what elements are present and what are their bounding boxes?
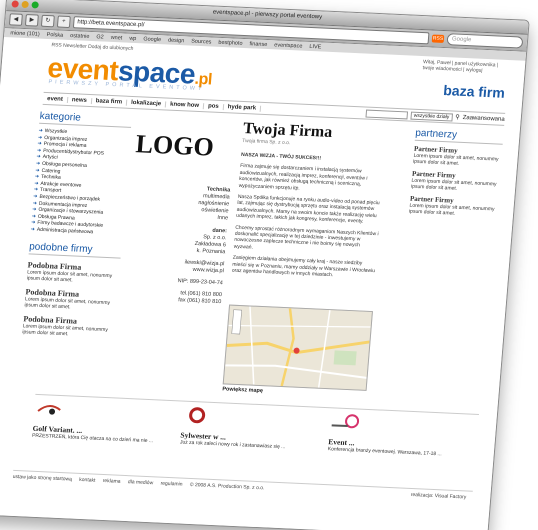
category-label: Artyści — [42, 154, 58, 161]
bookmark-item[interactable]: design — [168, 38, 185, 45]
featured-item[interactable]: Event ... Konferencja branży eventowej. … — [326, 408, 479, 475]
description-heading: NASZA WIZJA - TWÓJ SUKCES!!! — [240, 151, 322, 162]
arrow-icon: ➜ — [30, 219, 36, 226]
window-controls — [11, 0, 39, 9]
footer-link[interactable]: dla mediów — [128, 479, 154, 486]
forward-icon[interactable]: ▶ — [24, 14, 39, 27]
featured-item[interactable]: Golf Variant. ... PRZESTRZEŃ, która Cię … — [31, 395, 184, 462]
minimize-button[interactable] — [21, 0, 29, 9]
enlarge-map-link[interactable]: Powiększ mapę — [222, 386, 263, 394]
section-title: baza firm — [442, 82, 506, 101]
category-label: Administracja państwowa — [36, 226, 94, 236]
categories-title: kategorie — [39, 110, 133, 128]
similar-firm[interactable]: Podobna Firma Lorem ipsum dolor sit amet,… — [24, 287, 118, 312]
google-search-field[interactable]: Google — [446, 33, 524, 49]
back-icon[interactable]: ◀ — [8, 13, 23, 26]
nav-item-lokalizacje[interactable]: lokalizacje — [126, 99, 167, 107]
copyright: © 2008 A.S. Production Sp. z o.o. — [189, 481, 265, 492]
arrow-icon: ➜ — [34, 173, 40, 180]
category-list: ➜ Wszystkie ➜ Organizacja imprez ➜ Promocja i… — [30, 128, 130, 237]
partner-item[interactable]: Partner Firmy Lorem ipsum dolor sit amet,… — [411, 170, 501, 194]
similar-firm[interactable]: Podobna Firma Lorem ipsum dolor sit amet,… — [26, 260, 120, 285]
bookmark-item[interactable]: ostatnie — [70, 33, 90, 40]
bookmark-item[interactable]: wp — [129, 36, 137, 42]
bookmark-item[interactable]: bestphoto — [218, 40, 243, 47]
similar-list: Podobna Firma Lorem ipsum dolor sit amet,… — [22, 260, 120, 339]
location-map[interactable] — [222, 304, 373, 391]
search-icon[interactable]: ⚲ — [455, 114, 460, 121]
close-button[interactable] — [11, 0, 19, 8]
arrow-icon: ➜ — [32, 200, 38, 207]
description-paragraph: Nasza Spółka funkcjonuje na rynku audio-… — [235, 193, 380, 225]
nav-item-baza-firm[interactable]: baza firm — [91, 97, 128, 106]
new-year-promo-icon — [189, 407, 206, 424]
web-page: RSS Newsletter Dodaj do ulubionych Witaj… — [0, 37, 526, 530]
bookmark-item[interactable]: eventspace — [274, 42, 303, 49]
left-column: kategorie ➜ Wszystkie ➜ Organizacja imprez ➜… — [22, 110, 133, 339]
description-paragraph: Chcemy sprostać różnorodnym wymaganiom N… — [233, 224, 379, 251]
bookmark-item[interactable]: Google — [143, 36, 161, 43]
similar-title: podobne firmy — [28, 240, 122, 259]
right-column: partnerzy Partner Firmy Lorem ipsum dolor… — [408, 127, 504, 224]
featured-item[interactable]: Sylwester w ... Już za rok zaleci nowy r… — [178, 402, 331, 469]
event-promo-icon — [331, 414, 360, 429]
credit-link[interactable]: realizacja: Visual Factory — [411, 492, 467, 501]
arrow-icon: ➜ — [35, 160, 41, 167]
footer-link[interactable]: ustaw jako stronę startową — [12, 474, 72, 483]
zoom-button[interactable] — [31, 1, 39, 9]
nip-number: NIP: 899-23-04-74 — [177, 278, 224, 287]
arrow-icon: ➜ — [31, 213, 37, 220]
nav-item-event[interactable]: event — [42, 95, 69, 103]
arrow-icon: ➜ — [37, 134, 43, 141]
advanced-search-link[interactable]: Zaawansowana — [462, 114, 504, 122]
description-paragraph: Firma zajmuje się dostarczaniem i instal… — [238, 163, 368, 192]
site-footer: ustaw jako stronę startową kontakt rekla… — [12, 469, 473, 501]
reload-icon[interactable]: ↻ — [40, 14, 55, 28]
nav-item-pos[interactable]: pos — [203, 102, 224, 110]
arrow-icon: ➜ — [36, 154, 41, 161]
bookmark-item[interactable]: wnet — [110, 35, 122, 42]
company-description: Twoja Firma Twoja firma Sp. z o.o. NASZA… — [231, 120, 389, 286]
window-title: eventspace.pl - pierwszy portal eventowy — [212, 9, 323, 21]
screenshot-stage: eventspace.pl - pierwszy portal eventowy… — [0, 0, 538, 530]
arrow-icon: ➜ — [38, 127, 43, 134]
arrow-icon: ➜ — [35, 167, 40, 174]
arrow-icon: ➜ — [36, 147, 42, 154]
company-info: Technika multimedia nagłośnienie oświetl… — [123, 183, 230, 306]
nav-item-news[interactable]: news — [67, 96, 93, 104]
partners-title: partnerzy — [414, 127, 504, 145]
browser-window: eventspace.pl - pierwszy portal eventowy… — [0, 0, 530, 530]
company-logo: LOGO — [134, 129, 215, 162]
site-search: wszystkie działy ⚲ Zaawansowana — [365, 109, 505, 123]
arrow-icon: ➜ — [30, 226, 36, 233]
site-search-input[interactable] — [365, 109, 409, 119]
partner-item[interactable]: Partner Firmy Lorem ipsum dolor sit amet,… — [413, 145, 503, 169]
nav-item-hyde-park[interactable]: hyde park — [223, 103, 262, 112]
partners-list: Partner Firmy Lorem ipsum dolor sit amet,… — [409, 145, 503, 219]
bookmark-item[interactable]: Sources — [191, 39, 212, 46]
bookmark-item[interactable]: G2 — [96, 34, 104, 40]
arrow-icon: ➜ — [31, 206, 37, 213]
golf-promo-icon — [37, 405, 61, 415]
bookmark-item[interactable]: LIVE — [309, 44, 321, 51]
map-graphic — [223, 305, 372, 390]
description-paragraph: Zasięgiem działania obejmujemy cały kraj… — [231, 254, 376, 279]
arrow-icon: ➜ — [34, 180, 39, 187]
footer-link[interactable]: regulamin — [160, 481, 182, 488]
rss-icon[interactable]: RSS — [431, 34, 445, 44]
add-bookmark-icon[interactable]: + — [56, 15, 71, 29]
partner-item[interactable]: Partner Firmy Lorem ipsum dolor sit amet,… — [409, 195, 499, 219]
featured-strip: Golf Variant. ... PRZESTRZEŃ, która Cię … — [30, 393, 479, 475]
similar-firm[interactable]: Podobna Firma Lorem ipsum dolor sit amet,… — [22, 314, 116, 339]
footer-link[interactable]: reklama — [102, 478, 120, 485]
footer-link[interactable]: kontakt — [79, 477, 96, 484]
nav-item-know-how[interactable]: know how — [165, 100, 205, 109]
arrow-icon: ➜ — [33, 186, 39, 194]
arrow-icon: ➜ — [37, 140, 42, 148]
bookmark-item[interactable]: finanse — [249, 41, 267, 48]
search-scope-select[interactable]: wszystkie działy — [410, 111, 453, 121]
arrow-icon: ➜ — [33, 193, 38, 200]
bookmark-item[interactable]: Polska — [46, 32, 63, 39]
